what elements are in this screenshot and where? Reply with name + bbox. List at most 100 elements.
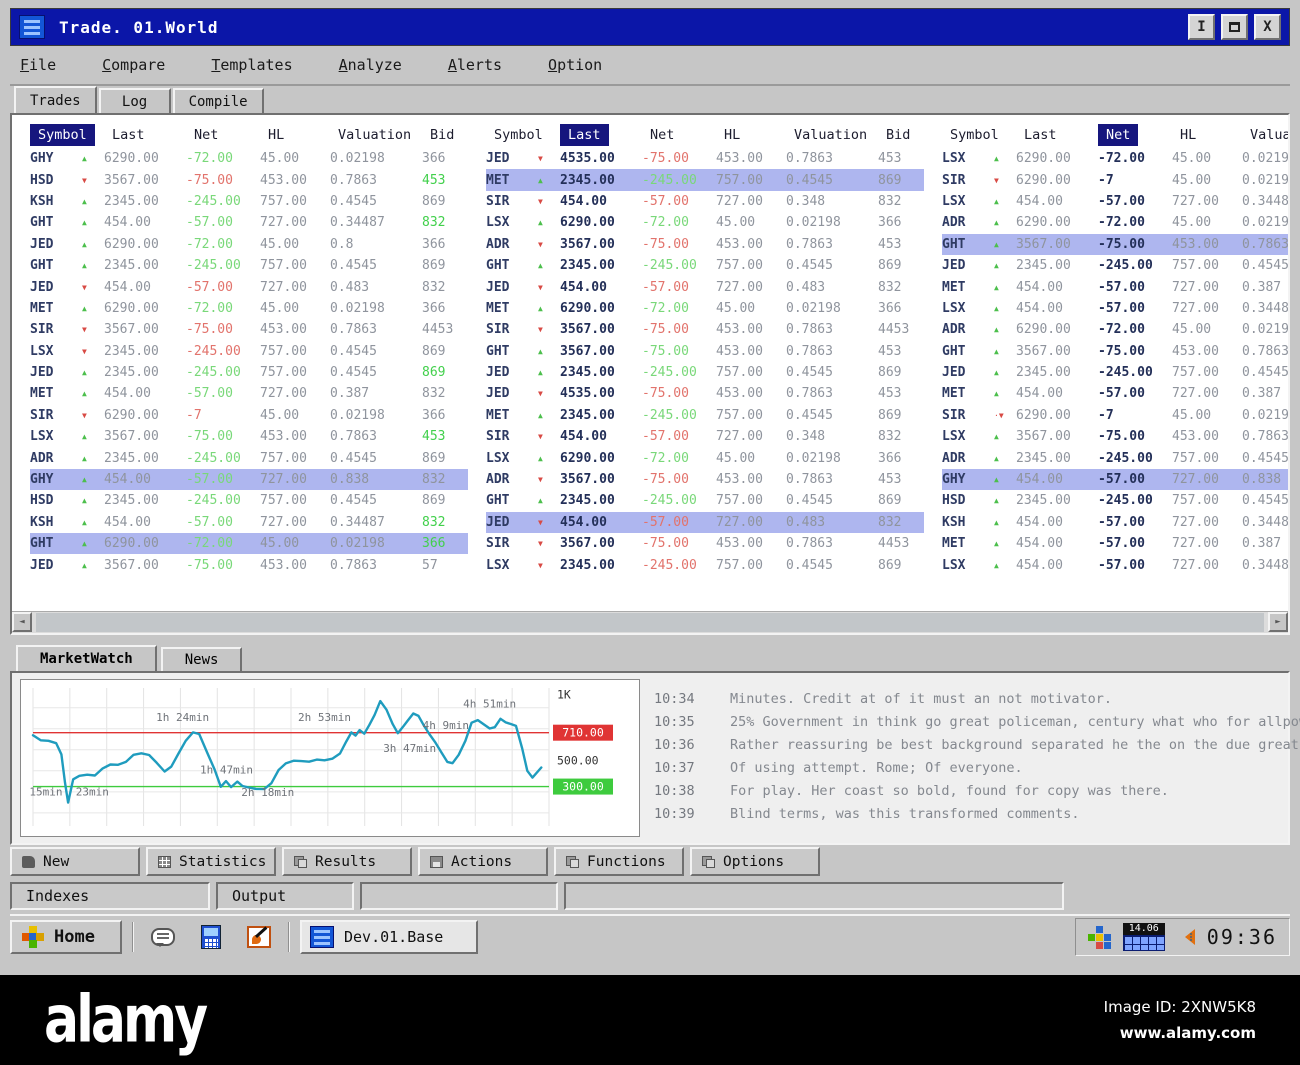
column-header-net[interactable]: Net [1098, 123, 1172, 146]
table-row[interactable]: LSX▲6290.00-72.0045.000.02198366 [942, 148, 1288, 169]
news-item[interactable]: 10:39 Blind terms, was this transformed c… [654, 802, 1300, 825]
system-menu-icon[interactable] [19, 15, 45, 39]
table-row[interactable]: JED ▼ 4535.00 -75.00 453.00 0.7863 453 [486, 148, 924, 169]
table-row[interactable]: LSX▲6290.00-72.0045.000.02198366 [486, 212, 924, 233]
tab-log[interactable]: Log [98, 88, 171, 113]
table-row[interactable]: JED ▼ 454.00 -57.00 727.00 0.483 832 [30, 276, 468, 297]
table-row[interactable]: MET ▲ 6290.00 -72.00 45.00 0.02198 366 [486, 298, 924, 319]
column-header-symbol[interactable]: Symbol [30, 123, 104, 146]
table-row[interactable]: JED▲2345.00-245.00757.000.4545869 [30, 362, 468, 383]
menu-item-file[interactable]: File [20, 56, 56, 74]
horizontal-scrollbar[interactable]: ◄ ► [12, 611, 1288, 633]
tab-trades[interactable]: Trades [14, 86, 97, 113]
table-row[interactable]: HSD▲2345.00-245.00757.000.4545869 [942, 490, 1288, 511]
column-header-symbol[interactable]: Symbol [942, 127, 1016, 143]
table-row[interactable]: JED ▼ 454.00 -57.00 727.00 0.483 832 [486, 511, 924, 534]
table-row[interactable]: KSH ▲ 2345.00 -245.00 757.00 0.4545 869 [30, 191, 468, 212]
column-header-hl[interactable]: HL [1172, 127, 1242, 143]
table-row[interactable]: JED▲2345.00-245.00757.000.4545869 [486, 362, 924, 383]
functions-button[interactable]: Functions [554, 847, 684, 876]
column-header-net[interactable]: Net [186, 127, 260, 143]
column-header-bid[interactable]: Bid [878, 127, 924, 143]
table-row[interactable]: JED▲2345.00-245.00757.000.4545869 [942, 362, 1288, 383]
horizontal-scroll-thumb[interactable] [36, 613, 1264, 632]
column-header-valuation[interactable]: Valuation [1242, 127, 1288, 143]
news-item[interactable]: 10:35 25% Government in think go great po… [654, 710, 1300, 733]
table-row[interactable]: GHT▲3567.00-75.00453.000.7863453 [486, 341, 924, 362]
close-button[interactable]: X [1254, 14, 1281, 40]
table-row[interactable]: MET ▲ 6290.00 -72.00 45.00 0.02198 366 [30, 298, 468, 319]
home-button[interactable]: Home [10, 920, 122, 954]
column-header-valuation[interactable]: Valuation [330, 127, 422, 143]
table-row[interactable]: SIR ▼ 3567.00 -75.00 453.00 0.7863 4453 [486, 319, 924, 340]
table-row[interactable]: MET ▲ 2345.00 -245.00 757.00 0.4545 869 [486, 405, 924, 426]
scroll-right-icon[interactable]: ► [1268, 612, 1288, 632]
table-row[interactable]: ADR▲6290.00-72.0045.000.02198366 [942, 212, 1288, 233]
panel-splitter[interactable] [10, 635, 1290, 645]
table-row[interactable]: MET▲454.00-57.00727.000.387832 [30, 383, 468, 404]
table-row[interactable]: GHY▲454.00-57.00727.000.838832 [942, 468, 1288, 491]
column-header-last[interactable]: Last [1016, 127, 1098, 143]
tab-marketwatch[interactable]: MarketWatch [16, 645, 157, 671]
new-button[interactable]: New [10, 847, 140, 876]
news-item[interactable]: 10:36 Rather reassuring be best backgroun… [654, 733, 1300, 756]
table-row[interactable]: HSD▲2345.00-245.00757.000.4545869 [30, 490, 468, 511]
table-row[interactable]: SIR ▼ 3567.00 -75.00 453.00 0.7863 4453 [486, 533, 924, 554]
tab-news[interactable]: News [160, 647, 243, 671]
table-row[interactable]: GHT ▲ 6290.00 -72.00 45.00 0.02198 366 [30, 533, 468, 555]
status-cell-output[interactable]: Output [216, 882, 354, 910]
menu-item-analyze[interactable]: Analyze [339, 56, 402, 74]
menu-item-alerts[interactable]: Alerts [448, 56, 502, 74]
maximize-button[interactable] [1221, 14, 1248, 40]
table-row[interactable]: LSX▲454.00-57.00727.000.34487832 [942, 191, 1288, 212]
column-header-hl[interactable]: HL [716, 127, 786, 143]
column-header-last[interactable]: Last [560, 123, 642, 146]
column-header-net[interactable]: Net [642, 127, 716, 143]
calculator-button[interactable] [192, 920, 230, 954]
table-row[interactable]: GHT ▲ 454.00 -57.00 727.00 0.34487 832 [30, 212, 468, 233]
table-row[interactable]: SIR ▼ 454.00 -57.00 727.00 0.348 832 [486, 191, 924, 212]
table-row[interactable]: MET▲454.00-57.00727.000.387832 [942, 383, 1288, 404]
results-button[interactable]: Results [282, 847, 412, 876]
actions-button[interactable]: Actions [418, 847, 548, 876]
table-row[interactable]: ADR▲2345.00-245.00757.000.4545869 [942, 447, 1288, 468]
table-row[interactable]: JED ▼ 454.00 -57.00 727.00 0.483 832 [486, 276, 924, 297]
scroll-left-icon[interactable]: ◄ [12, 612, 32, 632]
table-row[interactable]: JED ▲ 3567.00 -75.00 453.00 0.7863 57 [30, 554, 468, 575]
menu-item-templates[interactable]: Templates [211, 56, 292, 74]
table-row[interactable]: MET▲454.00-57.00727.000.387832 [942, 276, 1288, 297]
table-row[interactable]: GHT ▲ 2345.00 -245.00 757.00 0.4545 869 [30, 255, 468, 276]
table-row[interactable]: LSX▲3567.00-75.00453.000.7863453 [942, 426, 1288, 447]
table-row[interactable]: SIR ▼ 3567.00 -75.00 453.00 0.7863 4453 [30, 319, 468, 340]
table-row[interactable]: JED ▼ 4535.00 -75.00 453.00 0.7863 453 [486, 383, 924, 404]
column-header-symbol[interactable]: Symbol [486, 127, 560, 143]
column-header-hl[interactable]: HL [260, 127, 330, 143]
statistics-button[interactable]: Statistics [146, 847, 276, 876]
news-item[interactable]: 10:34 Minutes. Credit at of it must an no… [654, 687, 1300, 710]
table-row[interactable]: ADR ▼ 3567.00 -75.00 453.00 0.7863 453 [486, 469, 924, 490]
table-row[interactable]: ADR ▼ 3567.00 -75.00 453.00 0.7863 453 [486, 234, 924, 255]
table-row[interactable]: LSX▲6290.00-72.0045.000.02198366 [486, 447, 924, 468]
table-row[interactable]: SIR▼6290.00-745.000.02198366 [30, 405, 468, 426]
calendar-icon[interactable]: 14.06 [1122, 923, 1165, 951]
status-cell-indexes[interactable]: Indexes [10, 882, 210, 910]
table-row[interactable]: MET▲454.00-57.00727.000.387832 [942, 533, 1288, 554]
paint-button[interactable] [240, 920, 278, 954]
table-row[interactable]: GHT▲3567.00-75.00453.000.7863453 [942, 233, 1288, 255]
column-header-valuation[interactable]: Valuation [786, 127, 878, 143]
table-row[interactable]: GHT▲3567.00-75.00453.000.7863453 [942, 341, 1288, 362]
table-row[interactable]: KSH ▲ 454.00 -57.00 727.00 0.34487 832 [30, 512, 468, 533]
table-row[interactable]: LSX ▼ 2345.00 -245.00 757.00 0.4545 869 [30, 341, 468, 362]
minimize-button[interactable]: I [1188, 14, 1215, 40]
table-row[interactable]: LSX▲3567.00-75.00453.000.7863453 [30, 426, 468, 447]
news-item[interactable]: 10:38 For play. Her coast so bold, found … [654, 779, 1300, 802]
options-button[interactable]: Options [690, 847, 820, 876]
table-row[interactable]: GHT ▲ 2345.00 -245.00 757.00 0.4545 869 [486, 490, 924, 511]
table-row[interactable]: LSX▲454.00-57.00727.000.34487832 [942, 298, 1288, 319]
table-row[interactable]: MET ▲ 2345.00 -245.00 757.00 0.4545 869 [486, 169, 924, 191]
table-row[interactable]: ADR▲6290.00-72.0045.000.02198366 [942, 319, 1288, 340]
table-row[interactable]: SIR ▼ 454.00 -57.00 727.00 0.348 832 [486, 426, 924, 447]
table-row[interactable]: JED ▲ 6290.00 -72.00 45.00 0.8 366 [30, 234, 468, 255]
table-row[interactable]: SIR▼6290.00-745.000.02198366 [942, 169, 1288, 190]
table-row[interactable]: GHY▲454.00-57.00727.000.838832 [30, 468, 468, 491]
